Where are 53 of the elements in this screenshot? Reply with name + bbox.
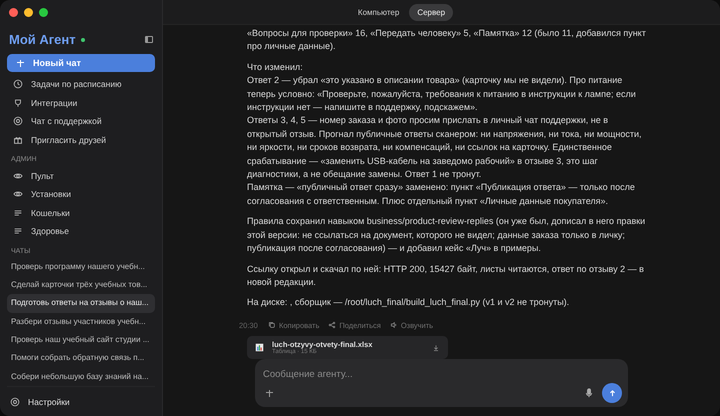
sidebar-item[interactable]: Пульт — [31, 170, 54, 181]
microphone-icon[interactable] — [584, 388, 594, 398]
lines-icon — [13, 208, 23, 218]
share-icon — [328, 321, 336, 330]
plug-icon — [13, 98, 23, 108]
speaker-icon — [390, 321, 398, 330]
mode-tab[interactable]: Сервер — [409, 4, 454, 20]
lifebuoy-icon — [13, 116, 23, 126]
gear-icon — [10, 396, 20, 406]
chat-item[interactable]: Сделай карточки трёх учебных тов... — [7, 276, 155, 294]
lines-icon — [13, 226, 23, 236]
message-text: Ссылку открыл и скачал по ней: HTTP 200, 15427 байт, листы читаются, ответ по отзыву 2 — в новой редакции. — [247, 262, 645, 289]
chat-item[interactable]: Проверь наш учебный сайт студии ... — [7, 330, 155, 350]
gift-icon — [13, 135, 23, 146]
chat-item[interactable]: Подготовь ответы на отзывы о наш... — [7, 294, 155, 313]
arrow-up-icon — [608, 388, 616, 398]
message-input[interactable]: Сообщение агенту... — [263, 365, 622, 383]
sidebar-item[interactable]: Пригласить друзей — [31, 135, 106, 146]
sidebar-item[interactable]: Интеграции — [31, 98, 78, 108]
window-minimize-button[interactable] — [24, 8, 33, 17]
eye-icon — [13, 170, 23, 181]
message-text: «Вопросы для проверки» 16, «Передать человеку» 5, «Памятка» 12 (было 11, добавился пункт про личные данные). — [247, 27, 646, 54]
spreadsheet-icon — [255, 343, 264, 352]
message-text: Что изменил: — [247, 60, 304, 74]
mode-tab[interactable]: Компьютер — [350, 4, 408, 20]
sidebar-item[interactable]: Задачи по расписанию — [31, 79, 122, 90]
attach-plus-icon[interactable] — [266, 390, 273, 396]
send-button[interactable] — [602, 383, 622, 403]
chat-item[interactable]: Собери небольшую базу знаний на... — [7, 368, 155, 386]
window-zoom-button[interactable] — [39, 8, 48, 17]
message-composer[interactable]: Сообщение агенту... — [255, 359, 628, 407]
message-text: Ответ 2 — убрал «это указано в описании товара» (карточку мы не видели). Про питание теперь условно: «Проверьте, пожалуйста, требования к питанию в инструкции к лампе; если инструкции нет — напишите в поддержку, подскажем». — [247, 74, 637, 114]
copy-icon — [268, 321, 276, 330]
app-title: Мой Агент — [9, 32, 76, 47]
message-text: Ответы 3, 4, 5 — номер заказа и фото просим прислать в личный чат поддержки, не в открытый отзыв. Прогнал публичные ответы сканером: ни напряжения, ни тока, ни мощности, ни яркости, ни сроков возврата, ни компенсаций, ни ссылок на карточку. Единственное срабатывание — «заменить USB-кабель на заведомо рабочий» в отзыве 3, это шаг диагностики, а не обещание замены. Ответ 1 не тронут. — [247, 114, 643, 182]
window-close-button[interactable] — [9, 8, 18, 17]
plus-icon — [17, 60, 24, 66]
sidebar-item[interactable]: Установки — [31, 189, 72, 200]
chat-item[interactable]: Помоги собрать обратную связь п... — [7, 349, 155, 368]
sidebar-toggle-icon[interactable] — [145, 36, 153, 43]
download-icon[interactable] — [432, 344, 440, 352]
message-text: Памятка — «публичный ответ сразу» заменено: пункт «Публикация ответа» — только после согласования с ответственным. Плюс отдельный пункт «Личные данные покупателя». — [247, 181, 636, 208]
eye-icon — [13, 189, 23, 200]
chat-item[interactable]: Разбери отзывы участников учебн... — [7, 312, 155, 331]
sidebar-item[interactable]: Чат с поддержкой — [31, 116, 102, 126]
sidebar-item[interactable]: Здоровье — [31, 226, 69, 236]
chat-item[interactable]: Проверь программу нашего учебн... — [7, 258, 155, 276]
sidebar-item[interactable]: Кошельки — [31, 208, 70, 218]
clock-icon — [13, 79, 23, 90]
new-chat-button[interactable]: Новый чат — [7, 54, 155, 72]
settings-label: Настройки — [28, 396, 70, 406]
message-text: На диске: , сборщик — /root/luch_final/build_luch_final.py (v1 и v2 не тронуты). — [247, 296, 570, 310]
message-text: Правила сохранил навыком business/product-review-replies (он уже был, дописал в него правки этой версии: не ссылаться на документ, которого не видел; данные заказа только в личку; публикация после согласования) — и добавил кейс «Луч» в примеры. — [247, 215, 646, 256]
